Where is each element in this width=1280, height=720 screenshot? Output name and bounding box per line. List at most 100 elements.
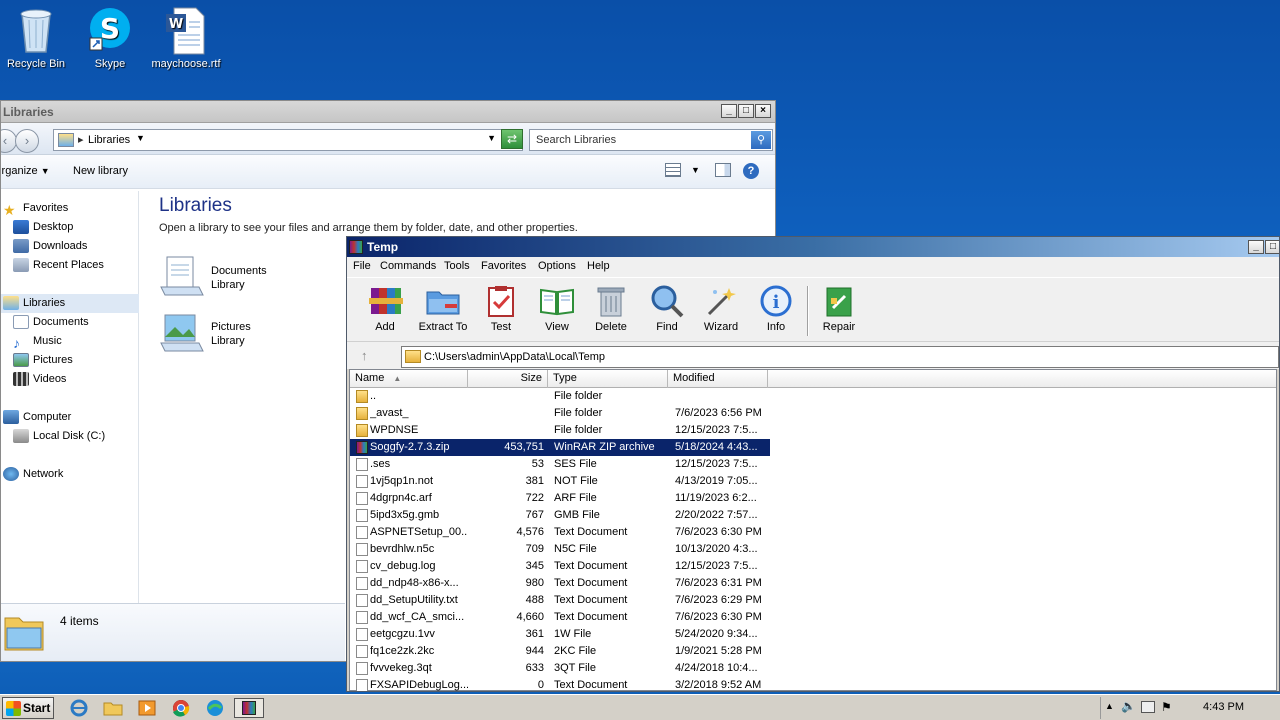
nav-computer[interactable]: Computer (1, 408, 139, 427)
file-row[interactable]: dd_ndp48-x86-x... 980 Text Document 7/6/202… (350, 575, 1278, 592)
find-button[interactable]: Find (637, 282, 697, 333)
delete-button[interactable]: Delete (581, 282, 641, 333)
file-row[interactable]: ASPNETSetup_00... 4,576 Text Document 7/6/2… (350, 524, 1278, 541)
chevron-down-icon[interactable]: ▼ (136, 133, 145, 143)
library-documents[interactable]: Documents Library (159, 253, 339, 303)
file-icon (356, 594, 368, 607)
desktop-icon-recycle-bin[interactable]: Recycle Bin (0, 4, 74, 70)
forward-button[interactable]: › (15, 129, 39, 153)
file-type: N5C File (554, 543, 597, 555)
minimize-button[interactable]: _ (1248, 240, 1264, 254)
start-button[interactable]: Start (2, 697, 54, 719)
file-row[interactable]: .ses 53 SES File 12/15/2023 7:5... (350, 456, 1278, 473)
file-size: 709 (525, 543, 544, 555)
nav-desktop[interactable]: Desktop (1, 218, 139, 237)
file-row[interactable]: _avast_ File folder 7/6/2023 6:56 PM (350, 405, 1278, 422)
file-row[interactable]: .. File folder (350, 388, 1278, 405)
address-dropdown-icon[interactable]: ▼ (487, 133, 496, 143)
refresh-icon[interactable]: ⇄ (501, 129, 523, 149)
path-input[interactable]: C:\Users\admin\AppData\Local\Temp (401, 346, 1279, 368)
file-type: Text Document (554, 526, 628, 538)
search-input[interactable]: Search Libraries ⚲ (529, 129, 773, 151)
nav-libraries[interactable]: Libraries (1, 294, 139, 313)
menu-file[interactable]: File (353, 260, 371, 272)
column-type[interactable]: Type (548, 370, 668, 388)
up-arrow-icon[interactable]: ↑ (361, 348, 368, 363)
media-player-icon[interactable] (136, 698, 158, 718)
breadcrumb-libraries[interactable]: Libraries (88, 134, 130, 146)
view-button[interactable]: View (527, 282, 587, 333)
ie-icon[interactable] (68, 698, 90, 718)
column-name[interactable]: Name ▲ (350, 370, 468, 388)
minimize-button[interactable]: _ (721, 104, 737, 118)
preview-pane-icon[interactable] (715, 163, 731, 177)
clock[interactable]: 4:43 PM (1203, 701, 1244, 713)
menu-help[interactable]: Help (587, 260, 610, 272)
info-button[interactable]: i Info (746, 282, 806, 333)
desktop-icon-maychoose[interactable]: W maychoose.rtf (148, 4, 224, 70)
file-row[interactable]: WPDNSE File folder 12/15/2023 7:5... (350, 422, 1278, 439)
network-tray-icon[interactable] (1141, 701, 1155, 713)
info-icon: i (758, 284, 794, 318)
nav-label: Recent Places (33, 259, 104, 271)
nav-favorites[interactable]: ★ Favorites (1, 199, 139, 218)
libraries-titlebar[interactable]: Libraries _ □ × (1, 101, 775, 123)
file-row[interactable]: 1vj5qp1n.not 381 NOT File 4/13/2019 7:05... (350, 473, 1278, 490)
file-row[interactable]: bevrdhlw.n5c 709 N5C File 10/13/2020 4:3... (350, 541, 1278, 558)
column-size[interactable]: Size (468, 370, 548, 388)
library-pictures[interactable]: Pictures Library (159, 309, 339, 359)
file-row[interactable]: cv_debug.log 345 Text Document 12/15/2023 7… (350, 558, 1278, 575)
explorer-icon[interactable] (102, 698, 124, 718)
file-row[interactable]: 5ipd3x5g.gmb 767 GMB File 2/20/2022 7:57... (350, 507, 1278, 524)
file-row[interactable]: 4dgrpn4c.arf 722 ARF File 11/19/2023 6:2... (350, 490, 1278, 507)
folder-icon (356, 424, 368, 437)
winrar-titlebar[interactable]: Temp _ □ (347, 237, 1279, 257)
nav-videos[interactable]: Videos (1, 370, 139, 389)
test-button[interactable]: Test (471, 282, 531, 333)
maximize-button[interactable]: □ (738, 104, 754, 118)
add-button[interactable]: Add (355, 282, 415, 333)
close-button[interactable]: × (755, 104, 771, 118)
nav-documents[interactable]: Documents (1, 313, 139, 332)
nav-music[interactable]: ♪ Music (1, 332, 139, 351)
breadcrumb[interactable]: ▸ Libraries ▼ ▼ (53, 129, 523, 151)
repair-kit-icon (821, 284, 857, 318)
search-icon[interactable]: ⚲ (751, 131, 771, 149)
repair-button[interactable]: Repair (809, 282, 869, 333)
edge-icon[interactable] (204, 698, 226, 718)
action-center-flag-icon[interactable]: ⚑ (1161, 700, 1172, 714)
show-hidden-icons-icon[interactable]: ▲ (1105, 701, 1114, 711)
new-library-button[interactable]: New library (73, 165, 128, 177)
volume-icon[interactable]: 🔈 (1121, 699, 1136, 713)
help-icon[interactable]: ? (743, 163, 759, 179)
file-size: 453,751 (504, 441, 544, 453)
nav-label: Downloads (33, 240, 88, 252)
file-row[interactable]: Soggfy-2.7.3.zip 453,751 WinRAR ZIP archiv… (350, 439, 770, 456)
nav-local-disk[interactable]: Local Disk (C:) (1, 427, 139, 446)
winrar-icon (349, 240, 363, 254)
nav-downloads[interactable]: Downloads (1, 237, 139, 256)
file-row[interactable]: FXSAPIDebugLog... 0 Text Document 3/2/2018 … (350, 677, 1278, 691)
maximize-button[interactable]: □ (1265, 240, 1279, 254)
menu-favorites[interactable]: Favorites (481, 260, 526, 272)
wizard-button[interactable]: Wizard (691, 282, 751, 333)
file-icon (356, 560, 368, 573)
menu-options[interactable]: Options (538, 260, 576, 272)
nav-pictures[interactable]: Pictures (1, 351, 139, 370)
menu-commands[interactable]: Commands (380, 260, 436, 272)
file-modified: 12/15/2023 7:5... (675, 560, 758, 572)
winrar-icon[interactable] (234, 698, 264, 718)
menu-tools[interactable]: Tools (444, 260, 470, 272)
extract-to-button[interactable]: Extract To (413, 282, 473, 333)
view-options-icon[interactable] (665, 163, 681, 177)
desktop-icon-skype[interactable]: S Skype (72, 4, 148, 70)
chrome-icon[interactable] (170, 698, 192, 718)
organize-button[interactable]: Organize ▼ (1, 165, 50, 177)
file-row[interactable]: fvvvekeg.3qt 633 3QT File 4/24/2018 10:4... (350, 660, 1278, 677)
file-size: 53 (531, 458, 544, 470)
nav-network[interactable]: Network (1, 465, 139, 484)
file-type: File folder (554, 390, 603, 402)
nav-recent-places[interactable]: Recent Places (1, 256, 139, 275)
column-modified[interactable]: Modified (668, 370, 768, 388)
view-dropdown-icon[interactable]: ▼ (691, 165, 700, 175)
